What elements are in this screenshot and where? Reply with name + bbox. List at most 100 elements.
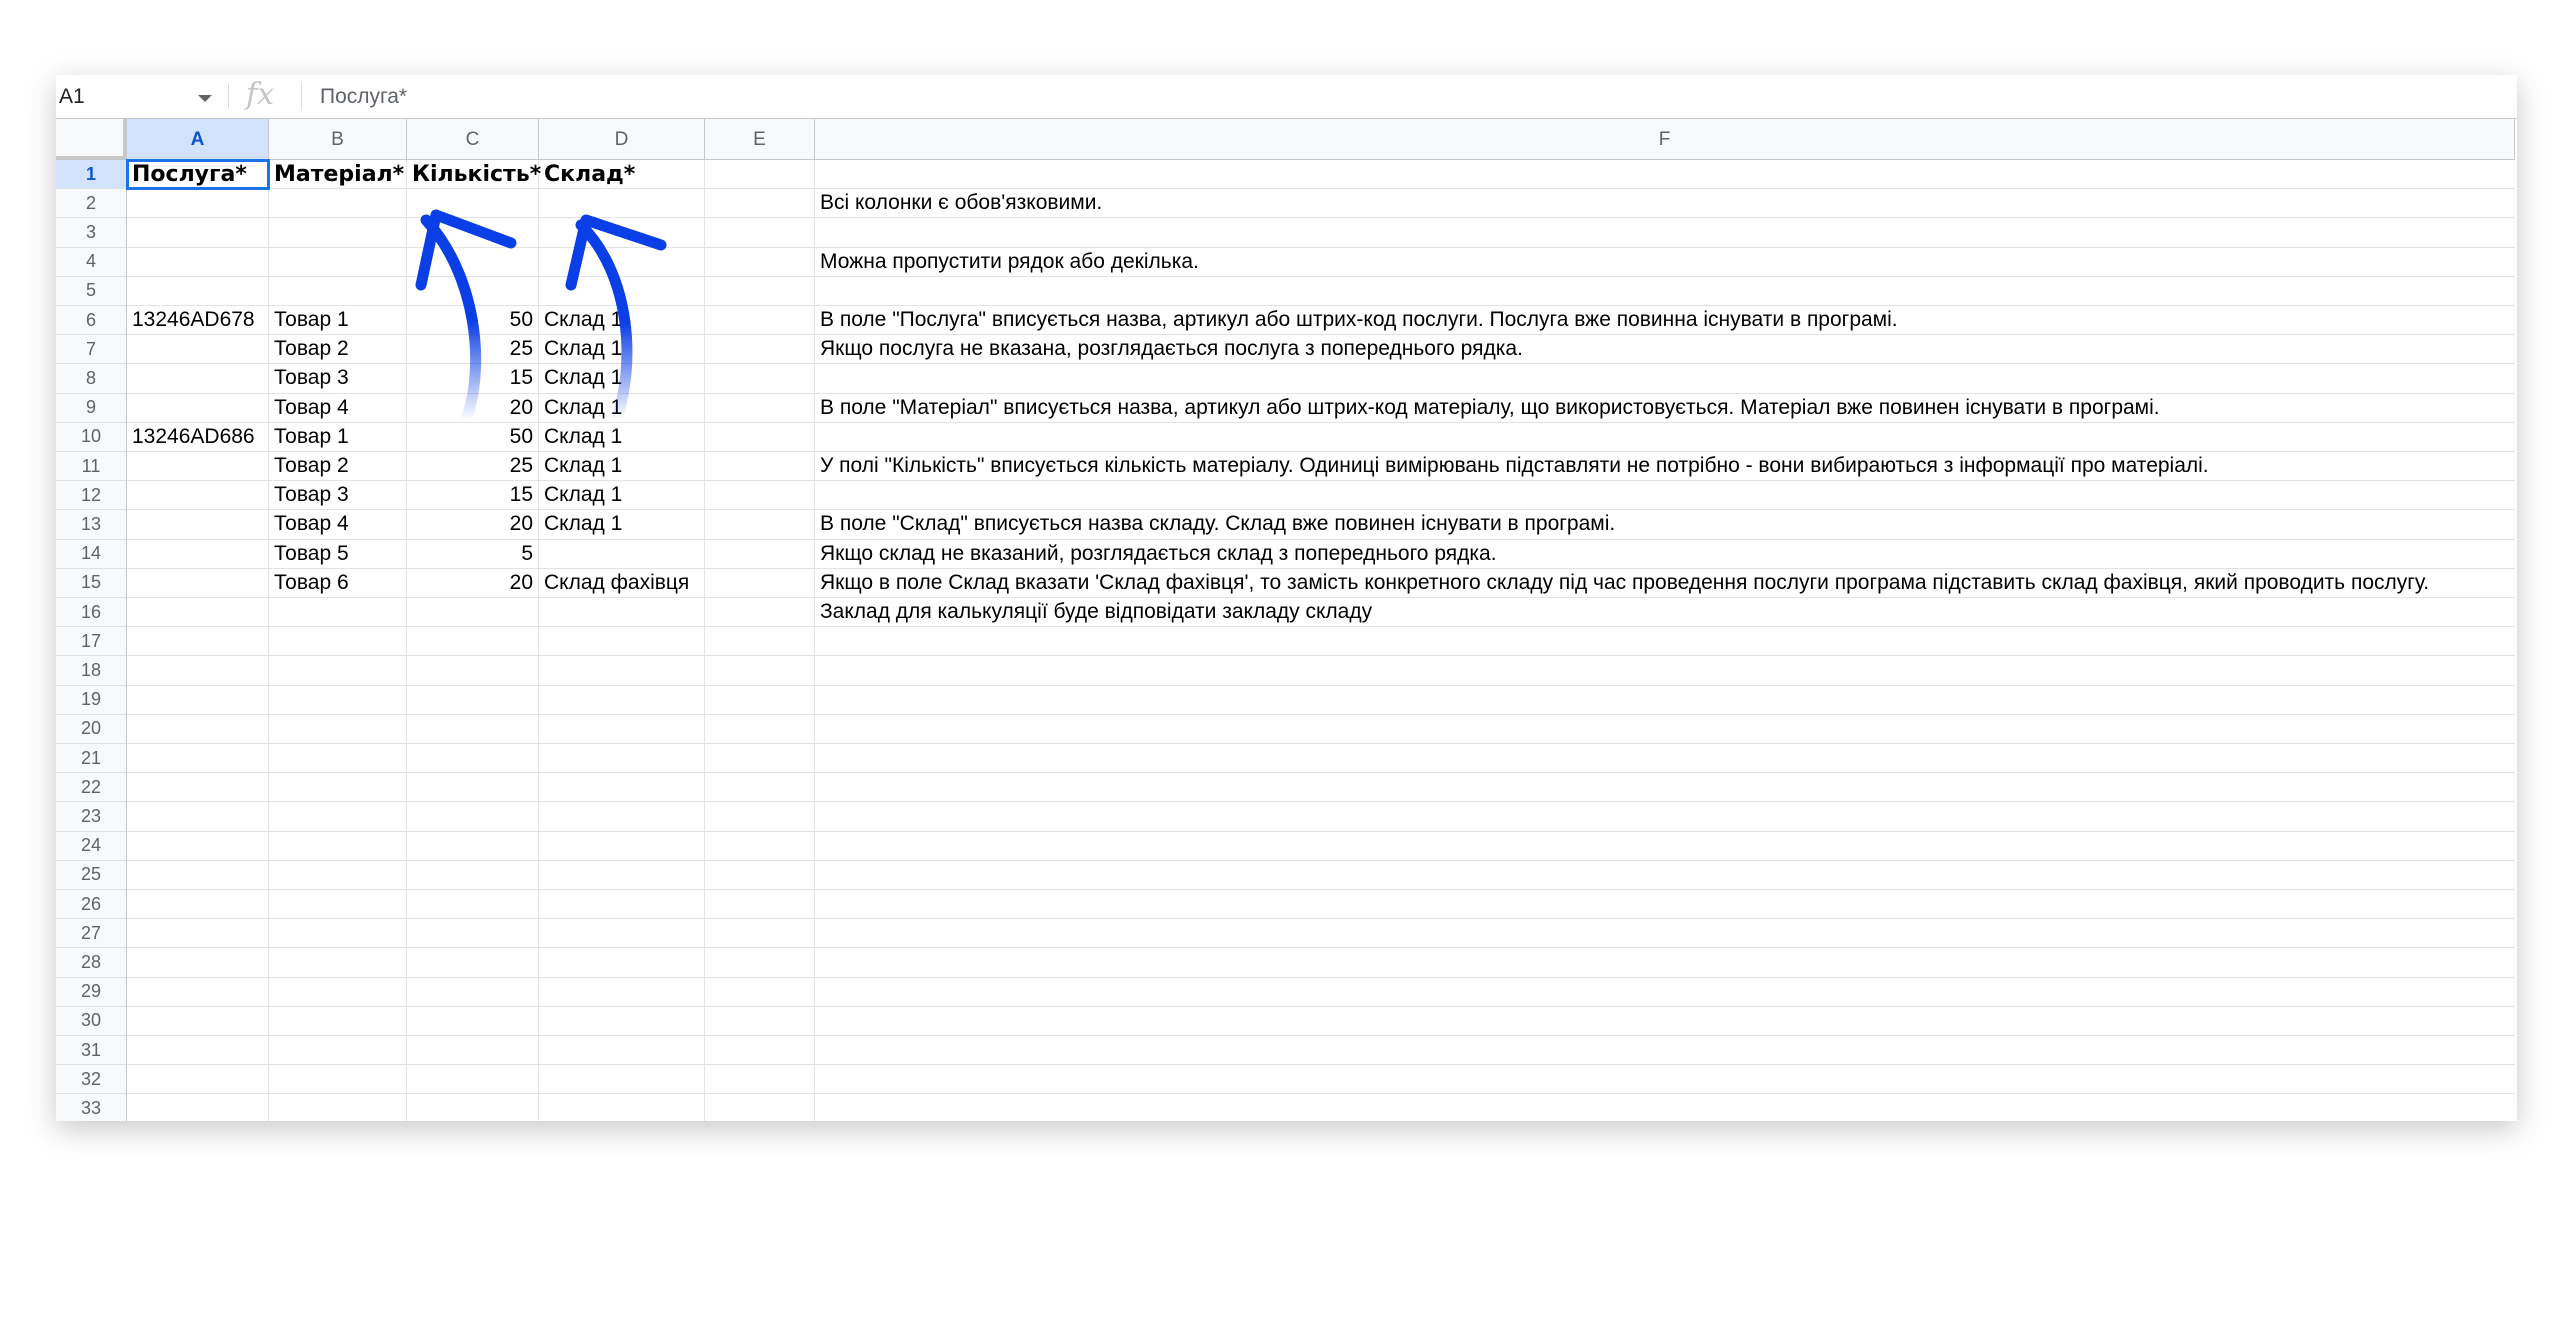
cell-f29[interactable] xyxy=(815,978,2515,1007)
cell-e3[interactable] xyxy=(705,218,815,248)
column-header-f[interactable]: F xyxy=(815,119,2515,160)
cell-d6[interactable]: Склад 1 xyxy=(539,306,705,336)
cell-c15[interactable]: 20 xyxy=(407,568,539,598)
cell-a28[interactable] xyxy=(127,948,269,978)
cell-c12[interactable]: 15 xyxy=(407,481,539,511)
cell-a29[interactable] xyxy=(127,977,269,1007)
row-header[interactable]: 22 xyxy=(56,773,127,803)
cell-e13[interactable] xyxy=(705,510,815,540)
row-header[interactable]: 31 xyxy=(56,1036,127,1066)
cell-e29[interactable] xyxy=(705,977,815,1007)
cell-a26[interactable] xyxy=(127,890,269,920)
cell-d2[interactable] xyxy=(539,189,705,219)
row-header[interactable]: 32 xyxy=(56,1065,127,1095)
cell-e7[interactable] xyxy=(705,335,815,365)
row-header[interactable]: 13 xyxy=(56,510,127,540)
cell-c29[interactable] xyxy=(407,977,539,1007)
cell-f8[interactable] xyxy=(815,364,2515,394)
cell-f11[interactable]: У полі "Кількість" вписується кількість … xyxy=(815,452,2515,482)
cell-c30[interactable] xyxy=(407,1006,539,1036)
cell-d9[interactable]: Склад 1 xyxy=(539,393,705,423)
cell-d5[interactable] xyxy=(539,276,705,306)
cell-f9[interactable]: В поле "Матеріал" вписується назва, арти… xyxy=(815,394,2515,423)
cell-b13[interactable]: Товар 4 xyxy=(269,510,407,540)
cell-e14[interactable] xyxy=(705,539,815,569)
cell-f14[interactable]: Якщо склад не вказаний, розглядається ск… xyxy=(815,540,2515,569)
cell-e2[interactable] xyxy=(705,189,815,219)
cell-e17[interactable] xyxy=(705,627,815,657)
cell-c31[interactable] xyxy=(407,1036,539,1066)
cell-c14[interactable]: 5 xyxy=(407,539,539,569)
cell-e10[interactable] xyxy=(705,422,815,452)
cell-c8[interactable]: 15 xyxy=(407,364,539,394)
cell-a9[interactable] xyxy=(127,393,269,423)
chevron-down-icon[interactable] xyxy=(198,95,212,102)
column-header-b[interactable]: B xyxy=(269,119,407,160)
cell-e32[interactable] xyxy=(705,1065,815,1095)
cell-e9[interactable] xyxy=(705,393,815,423)
cell-f10[interactable] xyxy=(815,423,2515,452)
cell-c32[interactable] xyxy=(407,1065,539,1095)
cell-c7[interactable]: 25 xyxy=(407,335,539,365)
cell-f15[interactable]: Якщо в поле Склад вказати 'Склад фахівця… xyxy=(815,569,2515,598)
row-header[interactable]: 29 xyxy=(56,977,127,1007)
cell-e33[interactable] xyxy=(705,1094,815,1121)
cell-c24[interactable] xyxy=(407,831,539,861)
cell-d26[interactable] xyxy=(539,890,705,920)
cell-b22[interactable] xyxy=(269,773,407,803)
cell-a22[interactable] xyxy=(127,773,269,803)
row-header[interactable]: 10 xyxy=(56,422,127,452)
cell-d12[interactable]: Склад 1 xyxy=(539,481,705,511)
cell-d11[interactable]: Склад 1 xyxy=(539,452,705,482)
cell-d19[interactable] xyxy=(539,685,705,715)
cell-e19[interactable] xyxy=(705,685,815,715)
cell-d33[interactable] xyxy=(539,1094,705,1121)
cell-d1[interactable]: Склад* xyxy=(539,160,705,190)
cell-e20[interactable] xyxy=(705,714,815,744)
row-header[interactable]: 17 xyxy=(56,627,127,657)
row-header[interactable]: 1 xyxy=(56,160,127,190)
cell-a33[interactable] xyxy=(127,1094,269,1121)
cell-e18[interactable] xyxy=(705,656,815,686)
cell-a19[interactable] xyxy=(127,685,269,715)
cell-f18[interactable] xyxy=(815,656,2515,686)
cell-b4[interactable] xyxy=(269,247,407,277)
cell-c5[interactable] xyxy=(407,276,539,306)
cell-e24[interactable] xyxy=(705,831,815,861)
row-header[interactable]: 21 xyxy=(56,744,127,774)
row-header[interactable]: 25 xyxy=(56,860,127,890)
row-header[interactable]: 7 xyxy=(56,335,127,365)
cell-e26[interactable] xyxy=(705,890,815,920)
cell-f3[interactable] xyxy=(815,218,2515,248)
cell-a11[interactable] xyxy=(127,452,269,482)
cell-b15[interactable]: Товар 6 xyxy=(269,568,407,598)
cell-c13[interactable]: 20 xyxy=(407,510,539,540)
cell-a32[interactable] xyxy=(127,1065,269,1095)
cell-b18[interactable] xyxy=(269,656,407,686)
cell-f2[interactable]: Всі колонки є обов'язковими. xyxy=(815,189,2515,219)
row-header[interactable]: 28 xyxy=(56,948,127,978)
cell-d4[interactable] xyxy=(539,247,705,277)
cell-b23[interactable] xyxy=(269,802,407,832)
column-header-c[interactable]: C xyxy=(407,119,539,160)
cell-b6[interactable]: Товар 1 xyxy=(269,306,407,336)
cell-b20[interactable] xyxy=(269,714,407,744)
formula-input[interactable]: Послуга* xyxy=(320,83,407,111)
cell-b7[interactable]: Товар 2 xyxy=(269,335,407,365)
column-header-a[interactable]: A xyxy=(127,119,269,160)
cell-d20[interactable] xyxy=(539,714,705,744)
cell-d3[interactable] xyxy=(539,218,705,248)
cell-f21[interactable] xyxy=(815,744,2515,774)
cell-b2[interactable] xyxy=(269,189,407,219)
cell-d22[interactable] xyxy=(539,773,705,803)
cell-e12[interactable] xyxy=(705,481,815,511)
select-all-corner[interactable] xyxy=(56,119,127,160)
cell-f31[interactable] xyxy=(815,1036,2515,1066)
cell-b10[interactable]: Товар 1 xyxy=(269,422,407,452)
cell-d10[interactable]: Склад 1 xyxy=(539,422,705,452)
cell-a27[interactable] xyxy=(127,919,269,949)
cell-e25[interactable] xyxy=(705,860,815,890)
cell-e21[interactable] xyxy=(705,744,815,774)
cell-d32[interactable] xyxy=(539,1065,705,1095)
cell-c10[interactable]: 50 xyxy=(407,422,539,452)
